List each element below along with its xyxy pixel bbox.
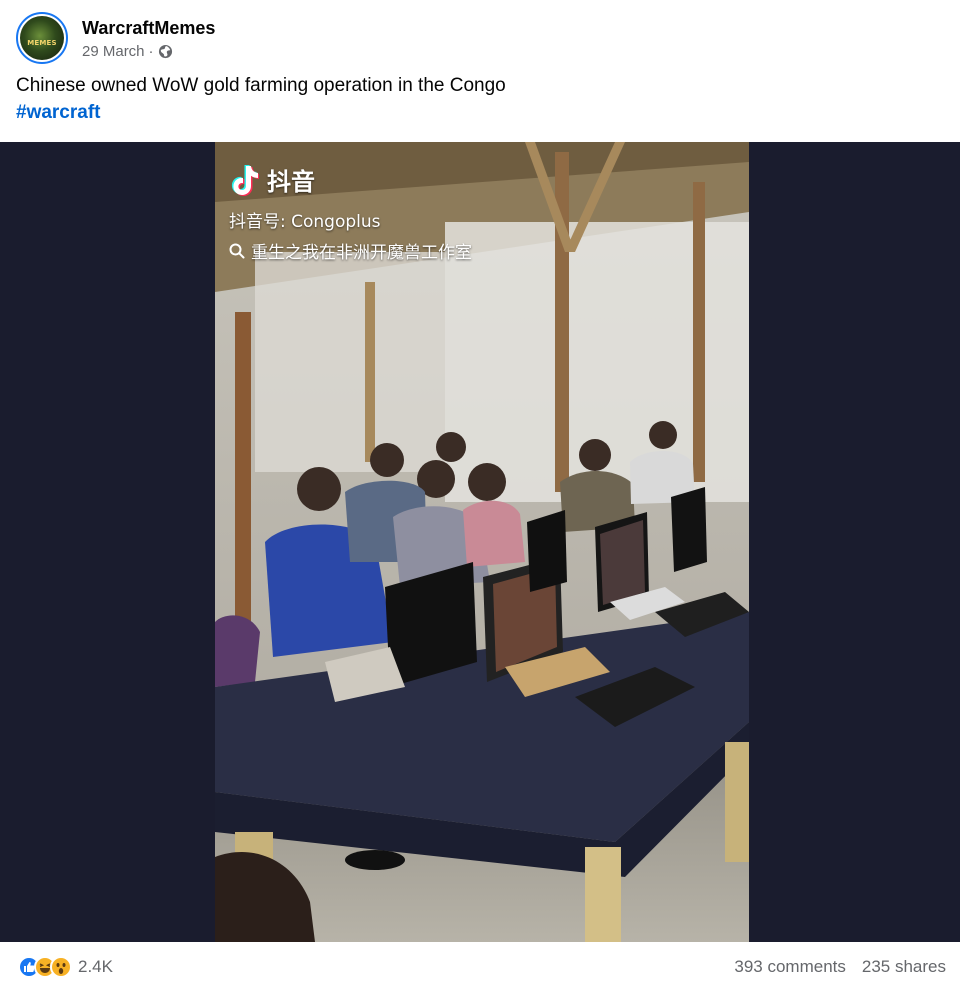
tiktok-logo-icon bbox=[231, 164, 259, 196]
page-name-link[interactable]: WarcraftMemes bbox=[82, 17, 215, 39]
post-message: Chinese owned WoW gold farming operation… bbox=[16, 72, 506, 126]
tiktok-search-row: 重生之我在非洲开魔兽工作室 bbox=[229, 238, 472, 263]
tiktok-account-id: 抖音号: Congoplus bbox=[229, 212, 381, 232]
post-date[interactable]: 29 March bbox=[82, 43, 145, 60]
post-footer: 2.4K 393 comments 235 shares bbox=[0, 946, 960, 988]
comments-count-link[interactable]: 393 comments bbox=[734, 957, 846, 977]
tiktok-brand-text: 抖音 bbox=[267, 169, 315, 196]
post-meta: WarcraftMemes 29 March · bbox=[82, 17, 215, 60]
post-subline: 29 March · bbox=[82, 43, 215, 60]
engagement-stats: 393 comments 235 shares bbox=[734, 957, 946, 977]
tiktok-search-text: 重生之我在非洲开魔兽工作室 bbox=[251, 243, 472, 263]
post-caption: Chinese owned WoW gold farming operation… bbox=[16, 75, 506, 96]
tiktok-brand: 抖音 bbox=[229, 162, 472, 197]
post-header: MEMES WarcraftMemes 29 March · bbox=[16, 10, 215, 66]
page-avatar[interactable]: MEMES bbox=[16, 12, 68, 64]
avatar-logo-text: MEMES bbox=[27, 39, 57, 47]
video-container[interactable]: 抖音 抖音号: Congoplus 重生之我在非洲开魔兽工作室 bbox=[0, 142, 960, 942]
reaction-summary[interactable]: 2.4K bbox=[18, 956, 113, 978]
globe-icon bbox=[158, 44, 172, 58]
meta-separator: · bbox=[148, 42, 154, 60]
shares-count-link[interactable]: 235 shares bbox=[862, 957, 946, 977]
tiktok-watermark: 抖音 抖音号: Congoplus 重生之我在非洲开魔兽工作室 bbox=[229, 162, 472, 263]
video-player[interactable]: 抖音 抖音号: Congoplus 重生之我在非洲开魔兽工作室 bbox=[215, 142, 749, 942]
search-icon bbox=[229, 243, 245, 258]
hashtag-link[interactable]: #warcraft bbox=[16, 99, 506, 126]
avatar-image: MEMES bbox=[20, 16, 64, 60]
reaction-count[interactable]: 2.4K bbox=[78, 957, 113, 977]
wow-icon bbox=[50, 956, 72, 978]
